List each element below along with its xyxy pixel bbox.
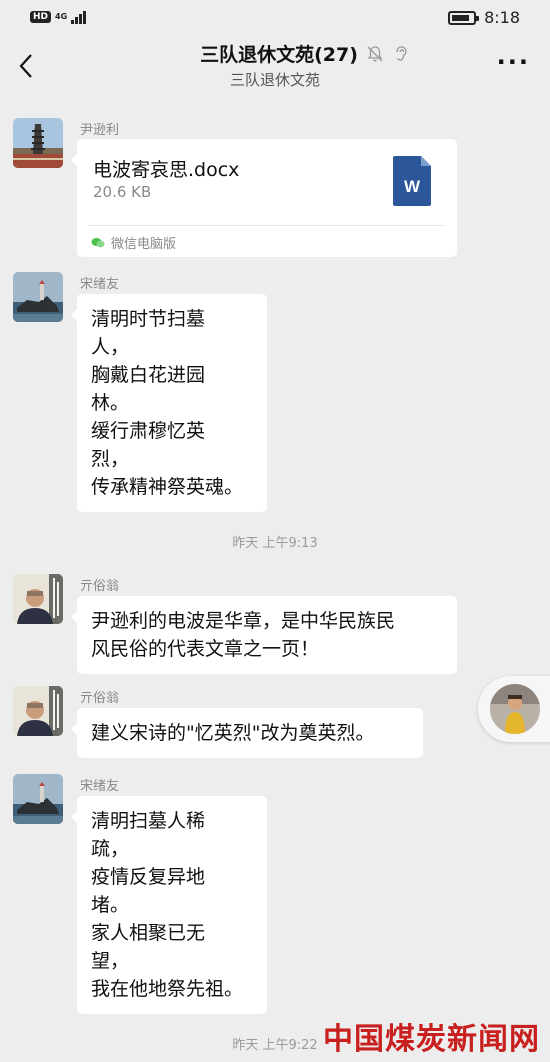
- network-type: 4G: [55, 12, 68, 21]
- doc-letter: W: [404, 177, 421, 196]
- message-bubble[interactable]: 尹逊利的电波是华章，是中华民族民 风民俗的代表文章之一页！: [71, 596, 457, 674]
- avatar[interactable]: [13, 272, 63, 322]
- ear-icon: [396, 45, 407, 61]
- avatar[interactable]: [13, 574, 63, 624]
- clock: 8:18: [484, 8, 520, 27]
- hd-badge: HD: [30, 11, 52, 23]
- avatar[interactable]: [490, 684, 540, 734]
- battery-icon: [448, 10, 480, 25]
- avatar[interactable]: [13, 118, 63, 168]
- file-card[interactable]: 电波寄哀思.docx 20.6 KB W 微信电脑版: [71, 139, 457, 257]
- sender-name: 亓俗翁: [80, 579, 120, 594]
- timestamp: 昨天 上午9:13: [232, 536, 318, 551]
- chat-title: 三队退休文苑(27): [200, 44, 358, 66]
- message-bubble[interactable]: 清明扫墓人稀 疏， 疫情反复异地 堵。 家人相聚已无 望， 我在他地祭先祖。: [71, 796, 267, 1014]
- file-name: 电波寄哀思.docx: [93, 159, 240, 181]
- avatar[interactable]: [13, 774, 63, 824]
- file-size: 20.6 KB: [93, 183, 152, 201]
- more-dots-icon[interactable]: ···: [497, 50, 530, 74]
- divider: [89, 225, 445, 226]
- word-doc-icon: W: [393, 156, 431, 206]
- sender-name: 宋绪友: [80, 277, 120, 292]
- sender-name: 尹逊利: [80, 123, 120, 138]
- chat-subtitle: 三队退休文苑: [229, 71, 320, 89]
- floating-window[interactable]: [478, 676, 550, 742]
- message-bubble[interactable]: 清明时节扫墓 人， 胸戴白花进园 林。 缓行肃穆忆英 烈， 传承精神祭英魂。: [71, 294, 267, 512]
- wechat-icon: [91, 237, 105, 247]
- status-bar: HD 4G 8:18: [0, 0, 550, 36]
- bell-muted-icon: [367, 45, 383, 61]
- sender-name: 宋绪友: [80, 779, 120, 794]
- signal-icon: [71, 10, 87, 24]
- file-source-label: 微信电脑版: [111, 237, 177, 252]
- chat-header: 三队退休文苑(27) 三队退休文苑 ···: [0, 36, 550, 98]
- message-bubble[interactable]: 建义宋诗的"忆英烈"改为奠英烈。: [71, 708, 423, 758]
- watermark: 中国煤炭新闻网: [323, 1022, 540, 1057]
- avatar[interactable]: [13, 686, 63, 736]
- sender-name: 亓俗翁: [80, 691, 120, 706]
